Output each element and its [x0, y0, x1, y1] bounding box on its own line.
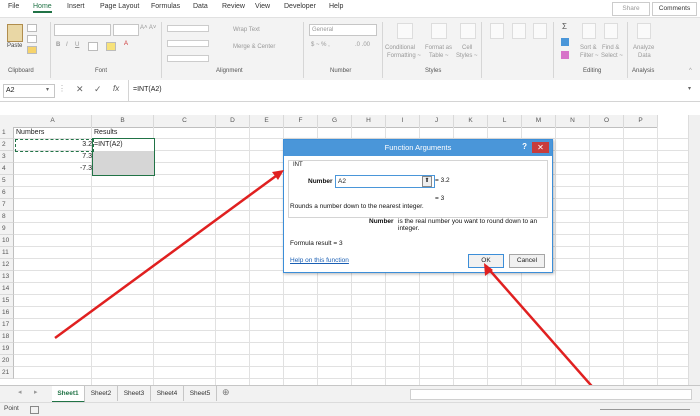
- macro-record-icon[interactable]: [30, 406, 39, 414]
- arrow-to-dialog: [54, 171, 281, 340]
- sheet-tab-bar: ◂ ▸ Sheet1 Sheet2 Sheet3 Sheet4 Sheet5 ⊕: [0, 385, 700, 403]
- sheet-tab-2[interactable]: Sheet2: [85, 386, 118, 401]
- next-sheet-icon[interactable]: ▸: [34, 388, 38, 396]
- status-mode: Point: [4, 405, 19, 412]
- add-sheet-icon[interactable]: ⊕: [222, 387, 230, 398]
- horizontal-scrollbar[interactable]: [410, 389, 692, 400]
- annotation-arrows: [54, 170, 605, 401]
- status-bar: Point: [0, 402, 700, 416]
- sheet-tab-1[interactable]: Sheet1: [52, 386, 85, 403]
- sheet-tab-4[interactable]: Sheet4: [151, 386, 184, 401]
- zoom-slider[interactable]: [600, 409, 690, 410]
- sheet-tab-3[interactable]: Sheet3: [118, 386, 151, 401]
- arrow-to-ok: [485, 265, 605, 401]
- prev-sheet-icon[interactable]: ◂: [18, 388, 22, 396]
- sheet-tab-5[interactable]: Sheet5: [184, 386, 217, 401]
